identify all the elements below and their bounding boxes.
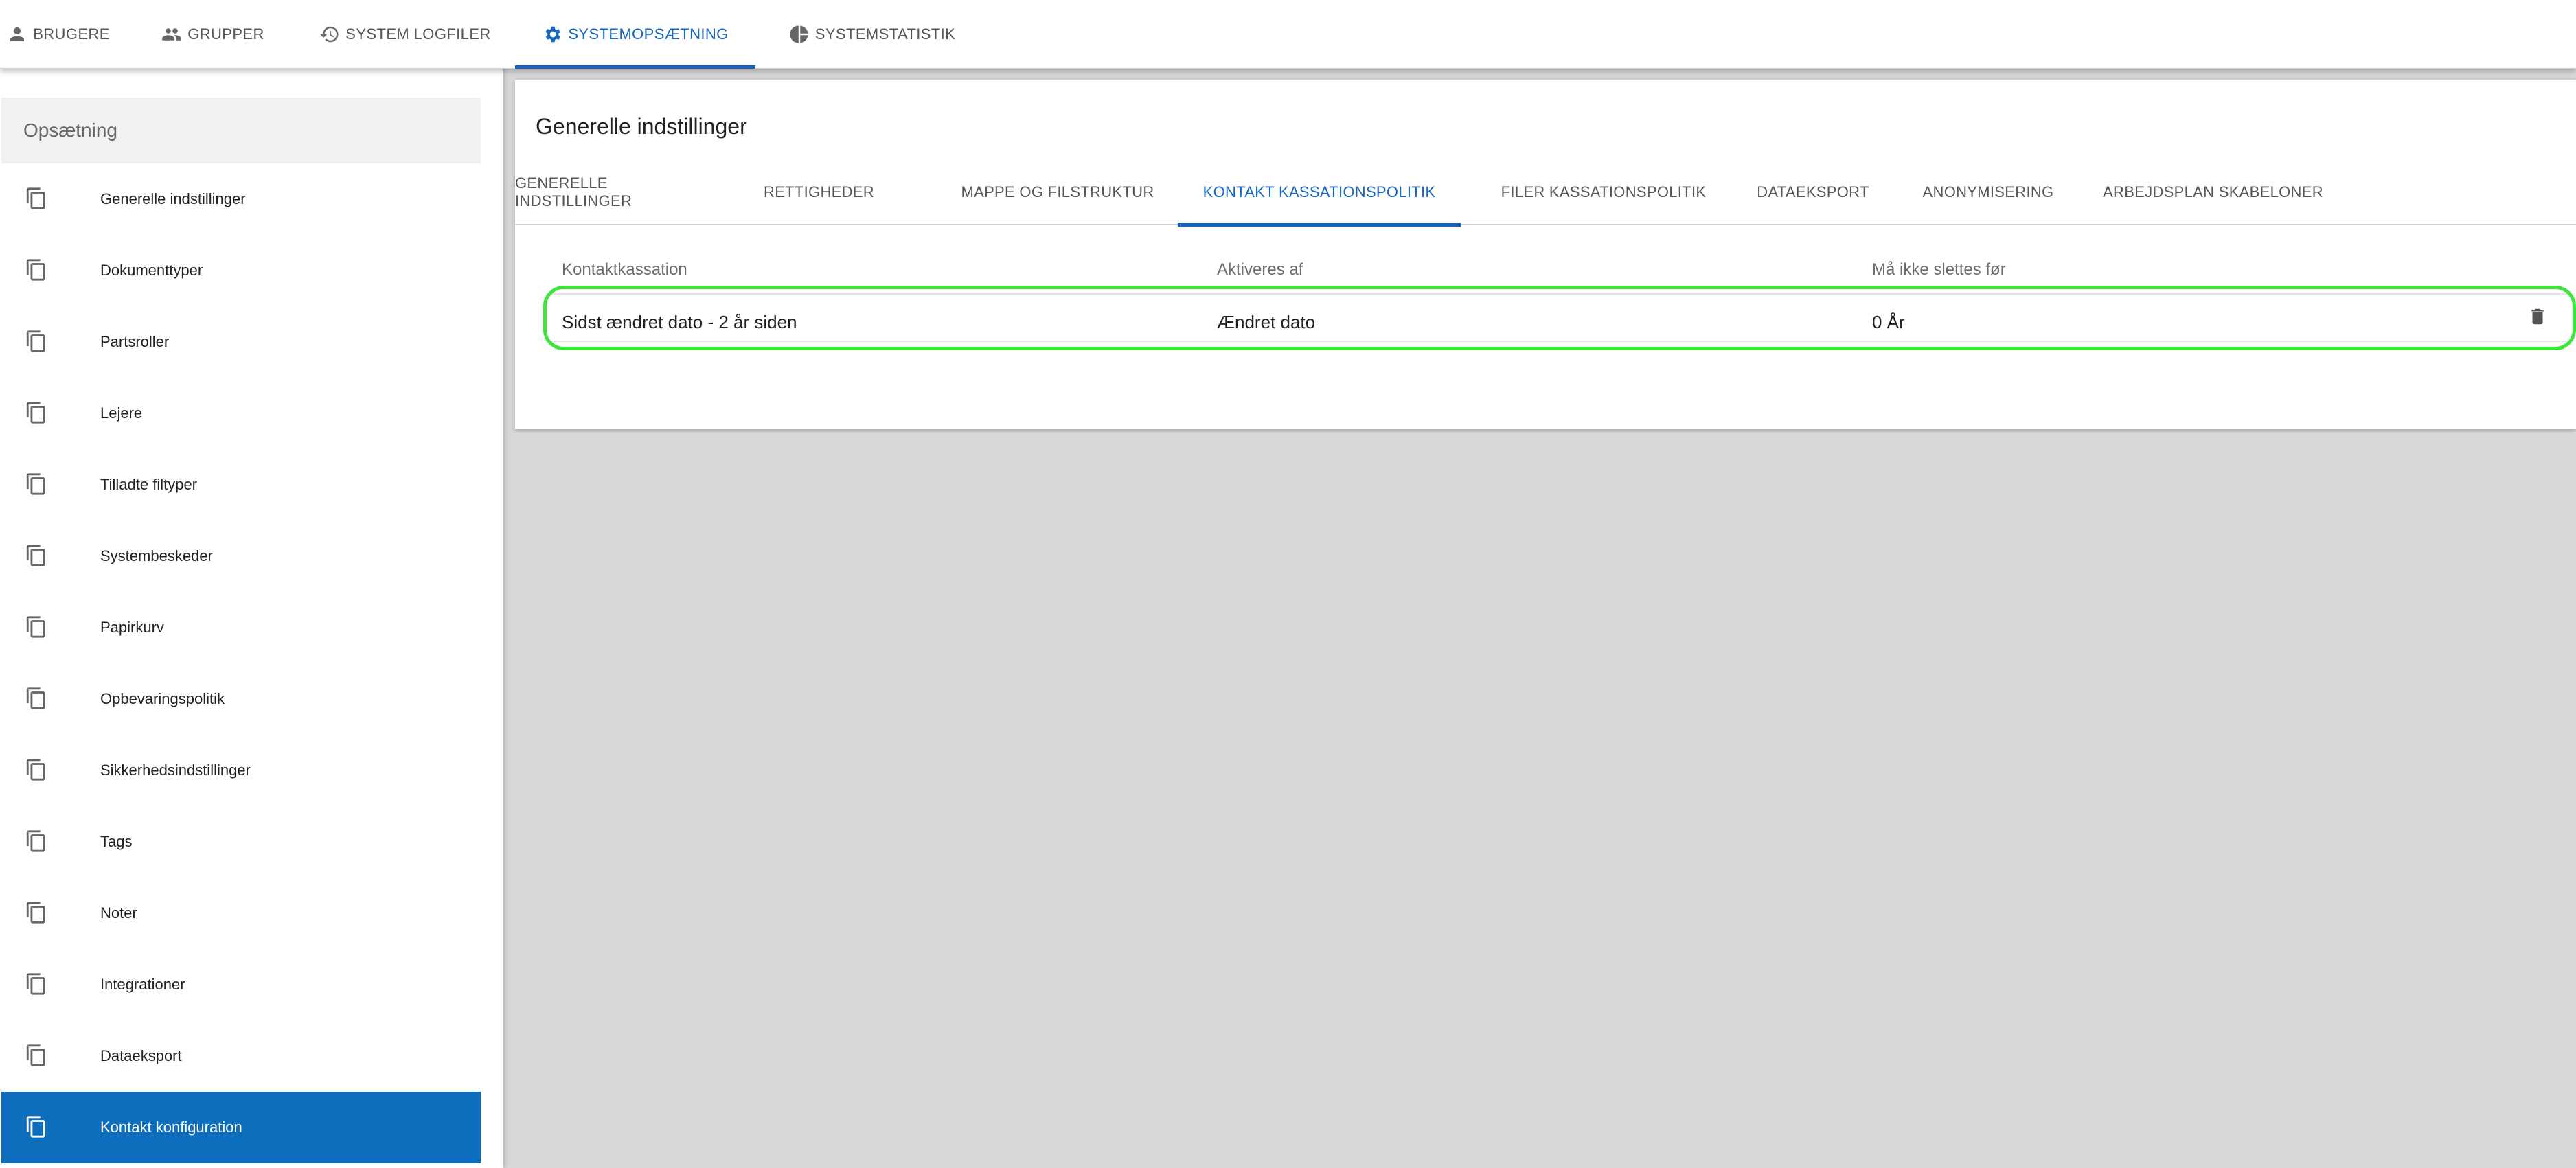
column-header-aktiveres-af: Aktiveres af	[1217, 260, 1303, 279]
cell-aktiveres-af: Ændret dato	[1217, 312, 1316, 332]
sidebar-item-kontakt-konfiguration[interactable]: Kontakt konfiguration	[1, 1092, 481, 1163]
sidebar-item-label: Sikkerhedsindstillinger	[100, 762, 251, 779]
sidebar-item-label: Papirkurv	[100, 619, 164, 636]
copy-icon	[25, 972, 48, 996]
page-title: Generelle indstillinger	[536, 114, 747, 139]
tab-systemopsaetning[interactable]: SYSTEMOPSÆTNING	[515, 0, 755, 69]
tab-filer-kassationspolitik[interactable]: FILER KASSATIONSPOLITIK	[1487, 159, 1720, 225]
tab-dataeksport[interactable]: DATAEKSPORT	[1744, 159, 1882, 225]
copy-icon	[25, 187, 48, 210]
sidebar-item-label: Opbevaringspolitik	[100, 690, 225, 707]
sidebar-item-label: Dataeksport	[100, 1047, 182, 1064]
sidebar-item-sikkerhedsindstillinger[interactable]: Sikkerhedsindstillinger	[1, 735, 481, 806]
sidebar-header: Opsætning	[1, 98, 481, 163]
copy-icon	[25, 401, 48, 424]
delete-button[interactable]	[2527, 306, 2548, 327]
settings-tabs: GENERELLE INDSTILLINGER RETTIGHEDER MAPP…	[515, 159, 2576, 227]
sidebar-item-label: Systembeskeder	[100, 547, 213, 564]
cell-kontaktkassation: Sidst ændret dato - 2 år siden	[562, 312, 797, 332]
cell-maa-ikke-slettes-foer: 0 År	[1872, 312, 1905, 332]
tab-brugere[interactable]: BRUGERE	[0, 0, 117, 69]
sidebar-item-generelle-indstillinger[interactable]: Generelle indstillinger	[1, 163, 481, 235]
sidebar-item-label: Dokumenttyper	[100, 262, 203, 279]
sidebar-item-noter[interactable]: Noter	[1, 878, 481, 949]
sidebar-item-dokumenttyper[interactable]: Dokumenttyper	[1, 235, 481, 306]
sidebar-item-label: Integrationer	[100, 976, 185, 993]
copy-icon	[25, 544, 48, 567]
tab-anonymisering[interactable]: ANONYMISERING	[1909, 159, 2067, 225]
tab-label: GRUPPER	[187, 25, 264, 43]
tab-generelle-indstillinger[interactable]: GENERELLE INDSTILLINGER	[515, 159, 721, 225]
tab-label: SYSTEMOPSÆTNING	[568, 25, 729, 43]
sidebar-item-lejere[interactable]: Lejere	[1, 378, 481, 449]
copy-icon	[25, 330, 48, 353]
sidebar-item-label: Lejere	[100, 404, 143, 422]
group-icon	[162, 28, 181, 41]
tab-label: BRUGERE	[33, 25, 110, 43]
tab-label: SYSTEMSTATISTIK	[814, 25, 956, 43]
sidebar-item-label: Tags	[100, 833, 133, 850]
top-navigation: BRUGERE GRUPPER SYSTEM LOGFILER SYSTEMOP…	[0, 0, 2576, 69]
sidebar-item-label: Kontakt konfiguration	[100, 1119, 242, 1136]
copy-icon	[25, 472, 48, 496]
table-row-highlight[interactable]	[543, 286, 2576, 350]
gear-icon	[545, 26, 561, 43]
sidebar-item-label: Tilladte filtyper	[100, 476, 198, 493]
sidebar-item-systembeskeder[interactable]: Systembeskeder	[1, 520, 481, 592]
tab-grupper[interactable]: GRUPPER	[151, 0, 275, 69]
sidebar-item-tilladte-filtyper[interactable]: Tilladte filtyper	[1, 449, 481, 520]
pie-chart-icon	[790, 25, 808, 43]
tab-arbejdsplan-skabeloner[interactable]: ARBEJDSPLAN SKABELONER	[2095, 159, 2332, 225]
tab-label: SYSTEM LOGFILER	[345, 25, 491, 43]
copy-icon	[25, 901, 48, 924]
sidebar-item-integrationer[interactable]: Integrationer	[1, 949, 481, 1020]
sidebar-item-tags[interactable]: Tags	[1, 806, 481, 878]
tab-kontakt-kassationspolitik[interactable]: KONTAKT KASSATIONSPOLITIK	[1178, 159, 1461, 227]
tab-systemstatistik[interactable]: SYSTEMSTATISTIK	[783, 0, 961, 69]
sidebar-item-label: Partsroller	[100, 333, 170, 350]
settings-sidebar: Opsætning Generelle indstillinger Dokume…	[0, 69, 503, 1168]
copy-icon	[25, 615, 48, 639]
copy-icon	[25, 758, 48, 781]
copy-icon	[25, 1115, 48, 1138]
column-header-maa-ikke-slettes-foer: Må ikke slettes før	[1872, 260, 2006, 279]
column-header-kontaktkassation: Kontaktkassation	[562, 260, 687, 279]
copy-icon	[25, 1044, 48, 1067]
sidebar-item-opbevaringspolitik[interactable]: Opbevaringspolitik	[1, 663, 481, 735]
sidebar-item-label: Noter	[100, 904, 137, 921]
tab-rettigheder[interactable]: RETTIGHEDER	[762, 159, 876, 225]
sidebar-item-papirkurv[interactable]: Papirkurv	[1, 592, 481, 663]
copy-icon	[25, 687, 48, 710]
copy-icon	[25, 829, 48, 853]
sidebar-item-dataeksport[interactable]: Dataeksport	[1, 1020, 481, 1092]
tab-mappe-og-filstruktur[interactable]: MAPPE OG FILSTRUKTUR	[955, 159, 1161, 225]
trash-icon	[2531, 308, 2544, 325]
tab-system-logfiler[interactable]: SYSTEM LOGFILER	[316, 0, 494, 69]
person-icon	[10, 27, 25, 41]
history-icon	[320, 26, 339, 43]
copy-icon	[25, 258, 48, 282]
settings-panel: Generelle indstillinger GENERELLE INDSTI…	[515, 80, 2576, 429]
sidebar-item-partsroller[interactable]: Partsroller	[1, 306, 481, 378]
sidebar-item-label: Generelle indstillinger	[100, 190, 246, 207]
